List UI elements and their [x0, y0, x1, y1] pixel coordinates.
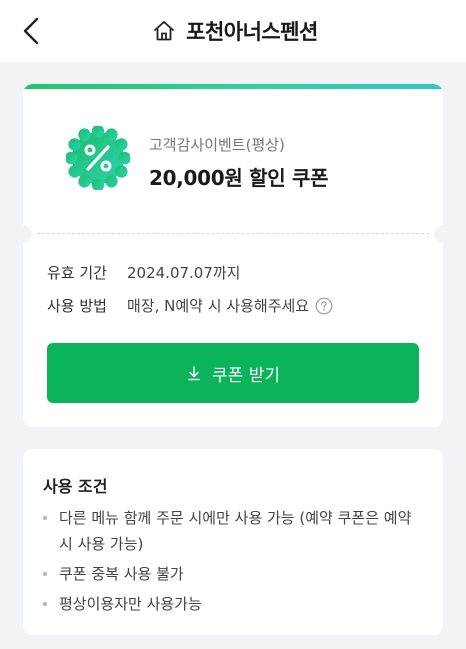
- usage-conditions-card: 사용 조건 다른 메뉴 함께 주문 시에만 사용 가능 (예약 쿠폰은 예약시 …: [23, 449, 443, 635]
- condition-item: 쿠폰 중복 사용 불가: [43, 561, 423, 587]
- validity-row: 유효 기간 2024.07.07까지: [47, 262, 240, 283]
- coupon-download-label: 쿠폰 받기: [212, 365, 280, 386]
- usage-row: 사용 방법 매장, N예약 시 사용해주세요: [47, 295, 333, 316]
- percent-badge-icon: [66, 126, 130, 190]
- coupon-download-button[interactable]: 쿠폰 받기: [47, 343, 419, 403]
- conditions-list: 다른 메뉴 함께 주문 시에만 사용 가능 (예약 쿠폰은 예약시 사용 가능)…: [43, 505, 423, 621]
- condition-text: 다른 메뉴 함께 주문 시에만 사용 가능 (예약 쿠폰은 예약시 사용 가능): [59, 509, 412, 553]
- usage-label: 사용 방법: [47, 297, 107, 315]
- usage-value: 매장, N예약 시 사용해주세요: [127, 297, 310, 315]
- chevron-left-icon: [23, 17, 39, 45]
- coupon-accent-bar: [23, 84, 443, 89]
- home-icon: [152, 19, 176, 43]
- ticket-notch-left: [23, 225, 32, 243]
- coupon-card: 고객감사이벤트(평상) 20,000원 할인 쿠폰 유효 기간 2024.07.…: [23, 84, 443, 427]
- validity-value: 2024.07.07까지: [127, 264, 241, 282]
- usage-value-wrap: 매장, N예약 시 사용해주세요: [127, 295, 333, 316]
- coupon-name: 20,000원 할인 쿠폰: [149, 166, 329, 190]
- condition-text: 평상이용자만 사용가능: [59, 595, 202, 613]
- coupon-source: 고객감사이벤트(평상): [149, 136, 285, 154]
- title-wrap: 포천아너스펜션: [152, 16, 318, 46]
- validity-label: 유효 기간: [47, 264, 107, 282]
- condition-text: 쿠폰 중복 사용 불가: [59, 565, 184, 583]
- bullet-dot: [43, 572, 47, 576]
- help-icon[interactable]: [315, 297, 333, 315]
- dashed-divider: [37, 233, 429, 234]
- ticket-notch-right: [434, 225, 443, 243]
- download-icon: [186, 365, 202, 381]
- conditions-title: 사용 조건: [43, 477, 108, 496]
- top-header: 포천아너스펜션: [0, 0, 466, 62]
- bullet-dot: [43, 602, 47, 606]
- page-title: 포천아너스펜션: [186, 20, 318, 44]
- condition-item: 평상이용자만 사용가능: [43, 591, 423, 617]
- condition-item: 다른 메뉴 함께 주문 시에만 사용 가능 (예약 쿠폰은 예약시 사용 가능): [43, 505, 423, 557]
- bullet-dot: [43, 516, 47, 520]
- back-button[interactable]: [16, 15, 46, 47]
